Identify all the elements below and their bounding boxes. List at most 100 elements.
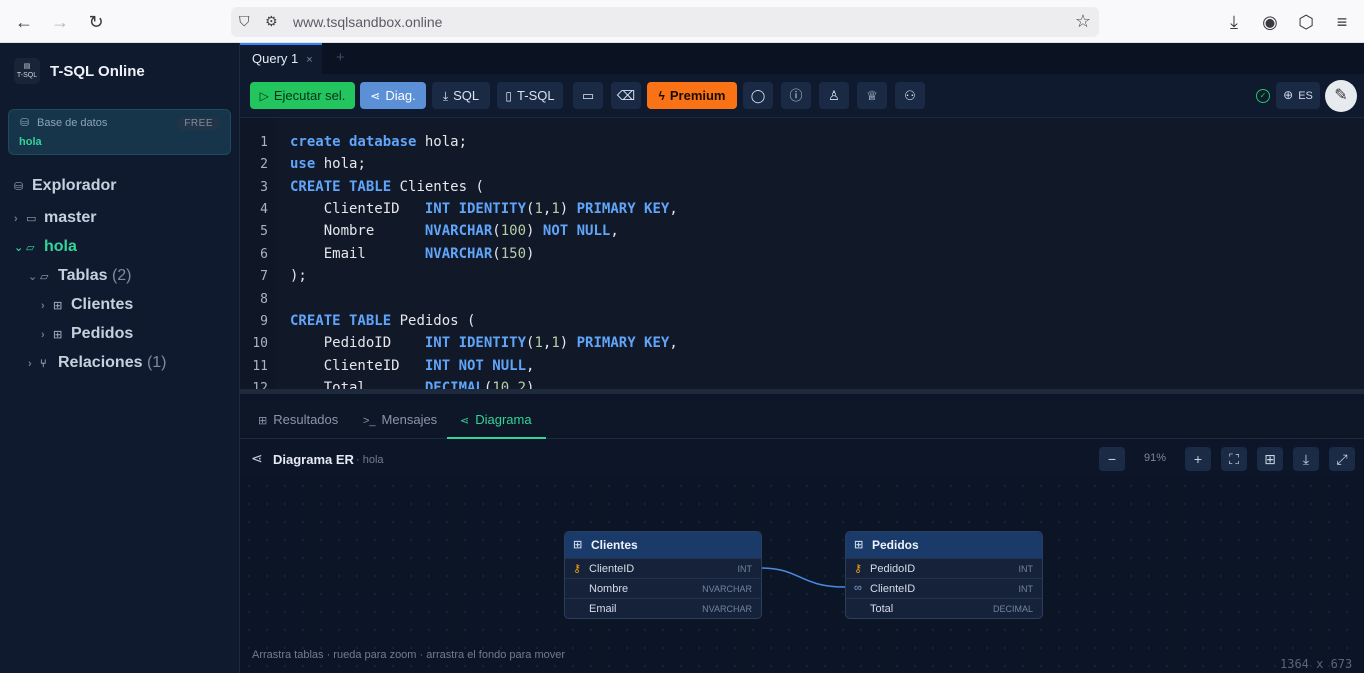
extensions-icon[interactable]: ⬡ bbox=[1294, 10, 1318, 34]
code-token: ), bbox=[526, 380, 543, 394]
run-selection-button[interactable]: ▷ Ejecutar sel. bbox=[250, 82, 355, 109]
globe-icon: ⊕ bbox=[1283, 88, 1294, 102]
table-card-pedidos[interactable]: ⊞ Pedidos ⚷ PedidoID INT ∞ ClienteID INT Tota… bbox=[845, 531, 1043, 619]
plan-badge: FREE bbox=[177, 117, 220, 130]
open-folder-button[interactable]: ▭ bbox=[573, 82, 603, 109]
back-icon[interactable]: ← bbox=[12, 10, 36, 34]
zoom-in-button[interactable]: + bbox=[1185, 447, 1211, 471]
tsql-label: T-SQL bbox=[517, 88, 555, 103]
code-token: 1 bbox=[551, 201, 560, 217]
info-button[interactable]: ⓘ bbox=[781, 82, 811, 109]
folder-open-icon: ▱ bbox=[26, 242, 35, 254]
tree-item-hola[interactable]: ⌄ ▱ hola bbox=[14, 238, 77, 256]
tab-query-1[interactable]: Query 1 × bbox=[240, 43, 322, 74]
tree-item-pedidos[interactable]: › ⊞ Pedidos bbox=[41, 325, 133, 343]
table-card-header: ⊞ Pedidos bbox=[846, 532, 1042, 558]
key-icon: ⚷ bbox=[573, 563, 582, 575]
auto-layout-button[interactable]: ⊞ bbox=[1257, 447, 1283, 471]
table-card-clientes[interactable]: ⊞ Clientes ⚷ ClienteID INT Nombre NVARCHAR E… bbox=[564, 531, 762, 619]
browser-toolbar: ← → ↻ ⛉ ⚙ www.tsqlsandbox.online ☆ ⤓ ◉ ⬡… bbox=[0, 0, 1364, 43]
folder-open-icon: ▱ bbox=[40, 271, 49, 283]
chat-button[interactable]: ◯ bbox=[743, 82, 773, 109]
user-button[interactable]: ♙ bbox=[819, 82, 849, 109]
users-icon: ⚇ bbox=[904, 88, 916, 103]
line-number: 2 bbox=[260, 157, 268, 172]
diagram-subtitle: · hola bbox=[356, 454, 384, 466]
file-code-icon: ▯ bbox=[505, 89, 513, 103]
code-editor[interactable]: 1 2 3 4 5 6 7 8 9 10 11 12 create databa… bbox=[240, 118, 1364, 394]
line-number: 4 bbox=[260, 202, 268, 217]
info-icon: ⓘ bbox=[789, 88, 803, 103]
column-name: Nombre bbox=[589, 583, 629, 595]
code-token: Nombre bbox=[290, 223, 425, 239]
key-icon: ⚷ bbox=[854, 563, 863, 575]
line-number: 6 bbox=[260, 247, 268, 262]
code-token: DECIMAL bbox=[424, 380, 484, 394]
fit-view-button[interactable]: ⛶ bbox=[1221, 447, 1247, 471]
tree-item-relaciones[interactable]: › ⑂ Relaciones (1) bbox=[28, 354, 167, 372]
tab-messages[interactable]: >_ Mensajes bbox=[363, 400, 437, 439]
explorer-title-label: Explorador bbox=[32, 177, 117, 194]
table-icon: ⊞ bbox=[53, 300, 63, 312]
trophy-button[interactable]: ♕ bbox=[857, 82, 887, 109]
forward-icon[interactable]: → bbox=[48, 10, 72, 34]
reload-icon[interactable]: ↻ bbox=[84, 10, 108, 34]
menu-icon[interactable]: ≡ bbox=[1330, 10, 1354, 34]
language-button[interactable]: ⊕ ES bbox=[1276, 82, 1320, 109]
eraser-button[interactable]: ⌫ bbox=[611, 82, 641, 109]
account-icon[interactable]: ◉ bbox=[1258, 10, 1282, 34]
tab-results[interactable]: ⊞ Resultados bbox=[258, 400, 338, 439]
diag-label: Diag. bbox=[385, 88, 416, 103]
close-icon[interactable]: × bbox=[306, 54, 312, 66]
share-icon: ⋖ bbox=[370, 89, 381, 103]
grid-icon: ⊞ bbox=[1264, 451, 1276, 467]
users-button[interactable]: ⚇ bbox=[895, 82, 925, 109]
tab-label: Mensajes bbox=[381, 412, 438, 427]
premium-button[interactable]: ϟ Premium bbox=[647, 82, 737, 109]
url-text[interactable]: www.tsqlsandbox.online bbox=[293, 14, 442, 30]
explorer-title: ⛁ Explorador bbox=[14, 177, 116, 195]
diagram-hint: Arrastra tablas · rueda para zoom · arra… bbox=[252, 649, 566, 661]
database-icon: ⛁ bbox=[20, 117, 30, 129]
tree-item-label: Pedidos bbox=[71, 325, 134, 342]
line-number: 11 bbox=[252, 359, 268, 374]
tree-item-clientes[interactable]: › ⊞ Clientes bbox=[41, 296, 133, 314]
chevron-down-icon: ⌄ bbox=[28, 271, 38, 283]
tree-item-tablas[interactable]: ⌄ ▱ Tablas (2) bbox=[28, 267, 132, 285]
permissions-icon[interactable]: ⚙ bbox=[265, 13, 278, 30]
database-value: hola bbox=[19, 136, 42, 148]
table-icon: ⊞ bbox=[854, 539, 864, 551]
diagram-canvas[interactable]: ⊞ Clientes ⚷ ClienteID INT Nombre NVARCHAR E… bbox=[240, 477, 1364, 673]
line-number: 5 bbox=[260, 224, 268, 239]
line-number: 12 bbox=[252, 381, 268, 394]
download-sql-button[interactable]: ⤓ SQL bbox=[432, 82, 490, 109]
bookmark-star-icon[interactable]: ☆ bbox=[1075, 11, 1091, 32]
fullscreen-button[interactable]: ⤢ bbox=[1329, 447, 1355, 471]
column-name: ClienteID bbox=[870, 583, 916, 595]
download-icon[interactable]: ⤓ bbox=[1222, 10, 1246, 34]
column-name: ClienteID bbox=[589, 563, 635, 575]
url-bar[interactable]: ⛉ ⚙ www.tsqlsandbox.online ☆ bbox=[231, 7, 1099, 37]
avatar[interactable]: ✎ bbox=[1325, 80, 1357, 112]
chevron-down-icon: ⌄ bbox=[14, 242, 24, 254]
add-tab-icon[interactable]: + bbox=[336, 49, 345, 66]
code-token: ) bbox=[559, 335, 577, 351]
code-line: Nombre NVARCHAR(100) NOT NULL, bbox=[290, 223, 619, 239]
tab-diagram[interactable]: ⋖ Diagrama bbox=[447, 400, 546, 439]
code-token: PedidoID bbox=[290, 335, 425, 351]
code-token: CREATE TABLE bbox=[290, 313, 392, 329]
main-panel: Query 1 × + ▷ Ejecutar sel. ⋖ Diag. ⤓ SQL ▯ T… bbox=[240, 43, 1364, 673]
zoom-out-button[interactable]: − bbox=[1099, 447, 1125, 471]
code-token: PRIMARY KEY bbox=[576, 335, 670, 351]
share-icon: ⋖ bbox=[460, 415, 470, 427]
trophy-icon: ♕ bbox=[866, 88, 878, 103]
export-button[interactable]: ⤓ bbox=[1293, 447, 1319, 471]
diagram-button[interactable]: ⋖ Diag. bbox=[360, 82, 426, 109]
code-token: 2 bbox=[517, 380, 527, 394]
tree-item-master[interactable]: › ▭ master bbox=[14, 209, 96, 227]
run-label: Ejecutar sel. bbox=[273, 88, 346, 103]
tsql-button[interactable]: ▯ T-SQL bbox=[497, 82, 563, 109]
diagram-title: Diagrama ER bbox=[273, 452, 354, 467]
user-icon: ♙ bbox=[828, 88, 840, 103]
database-selector[interactable]: ⛁ Base de datos FREE hola bbox=[8, 109, 231, 155]
